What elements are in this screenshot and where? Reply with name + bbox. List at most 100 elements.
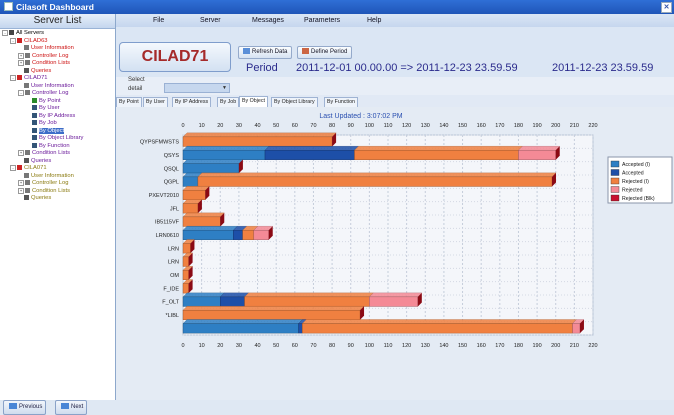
tree-node-label: Condition Lists — [32, 60, 71, 66]
tree-node-label: By Job — [39, 120, 57, 126]
x-tick-label: 60 — [292, 343, 298, 349]
tab-by-point[interactable]: By Point — [116, 97, 142, 107]
tree-node-label: Queries — [31, 67, 52, 74]
expander-icon[interactable]: - — [2, 30, 8, 36]
bar-segment — [298, 323, 303, 334]
bar-segment — [572, 323, 581, 334]
expander-icon[interactable]: + — [18, 150, 24, 156]
tree-node[interactable]: User Information — [0, 82, 115, 91]
tree-node[interactable]: By Object — [0, 127, 115, 136]
app-icon — [4, 2, 13, 11]
tree-node-label: All Servers — [16, 30, 45, 36]
expander-icon[interactable]: - — [10, 75, 16, 81]
tree-node-label: Queries — [31, 157, 52, 164]
node-icon — [24, 195, 29, 200]
tree-node[interactable]: + Controller Log — [0, 52, 115, 61]
last-updated: Last Updated : 3:07:02 PM — [319, 113, 402, 120]
tab-by-ip-address[interactable]: By IP Address — [172, 97, 212, 107]
tree-node[interactable]: By Object Library — [0, 135, 115, 143]
previous-button[interactable]: Previous — [3, 400, 47, 415]
tree-node[interactable]: User Information — [0, 45, 115, 53]
tree-node[interactable]: Queries — [0, 67, 115, 76]
x-tick-label: 160 — [477, 123, 486, 129]
menu-messages[interactable]: Messages — [252, 14, 284, 27]
tree-node[interactable]: + Controller Log — [0, 180, 115, 188]
chart-area: Last Updated : 3:07:02 PM 0 0 10 10 20 20 30 30 4… — [116, 107, 674, 400]
next-button[interactable]: Next — [55, 400, 88, 415]
tree-node-label: Condition Lists — [32, 150, 71, 156]
tree-node[interactable]: - CILAD71 — [0, 75, 115, 83]
x-tick-label: 90 — [348, 343, 354, 349]
x-tick-label: 180 — [514, 343, 523, 349]
x-tick-label: 140 — [439, 123, 448, 129]
x-tick-label: 50 — [273, 123, 279, 129]
tab-by-user[interactable]: By User — [143, 97, 168, 107]
expander-icon[interactable]: - — [10, 165, 16, 171]
category-label: LRN0610 — [156, 233, 179, 239]
arrow-left-icon — [9, 403, 17, 409]
menu-server[interactable]: Server — [200, 14, 221, 27]
tree-node[interactable]: - All Servers — [0, 30, 115, 38]
tree-node[interactable]: - Controller Log — [0, 90, 115, 98]
refresh-data-button[interactable]: Refresh Data — [238, 46, 293, 59]
close-icon[interactable]: ✕ — [661, 2, 672, 13]
tree-node[interactable]: Queries — [0, 195, 115, 203]
tree-node[interactable]: By Point — [0, 97, 115, 106]
tree-node-label: User Information — [31, 172, 74, 179]
tree-node[interactable]: + Condition Lists — [0, 60, 115, 68]
bar-segment — [354, 150, 519, 161]
tree-node-label: By User — [39, 105, 60, 111]
tree-node[interactable]: User Information — [0, 172, 115, 181]
node-icon — [25, 187, 30, 193]
tree-node-label: By Object Library — [39, 135, 84, 141]
tree-node-label: CILA071 — [24, 165, 47, 171]
category-label: OM — [170, 273, 179, 279]
tree-node[interactable]: - CILAD63 — [0, 37, 115, 46]
expander-icon[interactable]: + — [18, 187, 24, 194]
select-detail-dropdown[interactable]: ▼ — [164, 83, 230, 93]
tree-node[interactable]: Queries — [0, 157, 115, 166]
bar-segment-top — [517, 146, 561, 151]
expander-icon[interactable]: - — [18, 90, 24, 96]
tree-node[interactable]: By User — [0, 105, 115, 113]
tree-node[interactable]: + Condition Lists — [0, 187, 115, 196]
menu-file[interactable]: File — [153, 14, 164, 27]
bar-segment — [233, 229, 243, 240]
expander-icon[interactable]: + — [18, 52, 24, 59]
node-icon — [32, 127, 37, 133]
detail-label: detail — [128, 86, 143, 92]
server-list-header: Server List — [0, 14, 115, 29]
expander-icon[interactable]: + — [18, 60, 24, 66]
x-tick-label: 90 — [348, 123, 354, 129]
bar-segment — [182, 176, 199, 187]
category-label: LRN — [168, 260, 179, 266]
tree-node[interactable]: + Condition Lists — [0, 150, 115, 158]
legend-label: Rejected (I) — [622, 179, 649, 185]
tree-node-label: By Point — [39, 97, 61, 104]
expander-icon[interactable]: + — [18, 180, 24, 186]
tree-node[interactable]: - CILA071 — [0, 165, 115, 173]
x-tick-label: 130 — [421, 123, 430, 129]
x-tick-label: 50 — [273, 343, 279, 349]
x-tick-label: 80 — [329, 123, 335, 129]
bar-segment-top — [182, 292, 225, 298]
node-icon — [32, 135, 37, 140]
refresh-icon — [243, 48, 250, 54]
category-label: PXEVT2010 — [149, 193, 179, 199]
tree-node[interactable]: By IP Address — [0, 112, 115, 121]
bar-segment-top — [182, 146, 270, 151]
node-icon — [25, 60, 30, 65]
x-tick-label: 120 — [402, 343, 411, 349]
menu-help[interactable]: Help — [367, 14, 381, 27]
tree-node-label: Controller Log — [32, 90, 69, 96]
tree-node[interactable]: By Job — [0, 120, 115, 128]
expander-icon[interactable]: - — [10, 37, 16, 44]
define-period-button[interactable]: Define Period — [297, 46, 353, 59]
tab-by-object-library[interactable]: By Object Library — [271, 97, 318, 107]
category-label: QSYS — [164, 153, 180, 159]
tab-by-function[interactable]: By Function — [324, 97, 358, 107]
tree-node[interactable]: By Function — [0, 142, 115, 151]
menu-parameters[interactable]: Parameters — [304, 14, 340, 27]
select-detail-row: Select detail ▼ — [116, 77, 674, 95]
tab-by-job[interactable]: By Job — [217, 97, 240, 107]
